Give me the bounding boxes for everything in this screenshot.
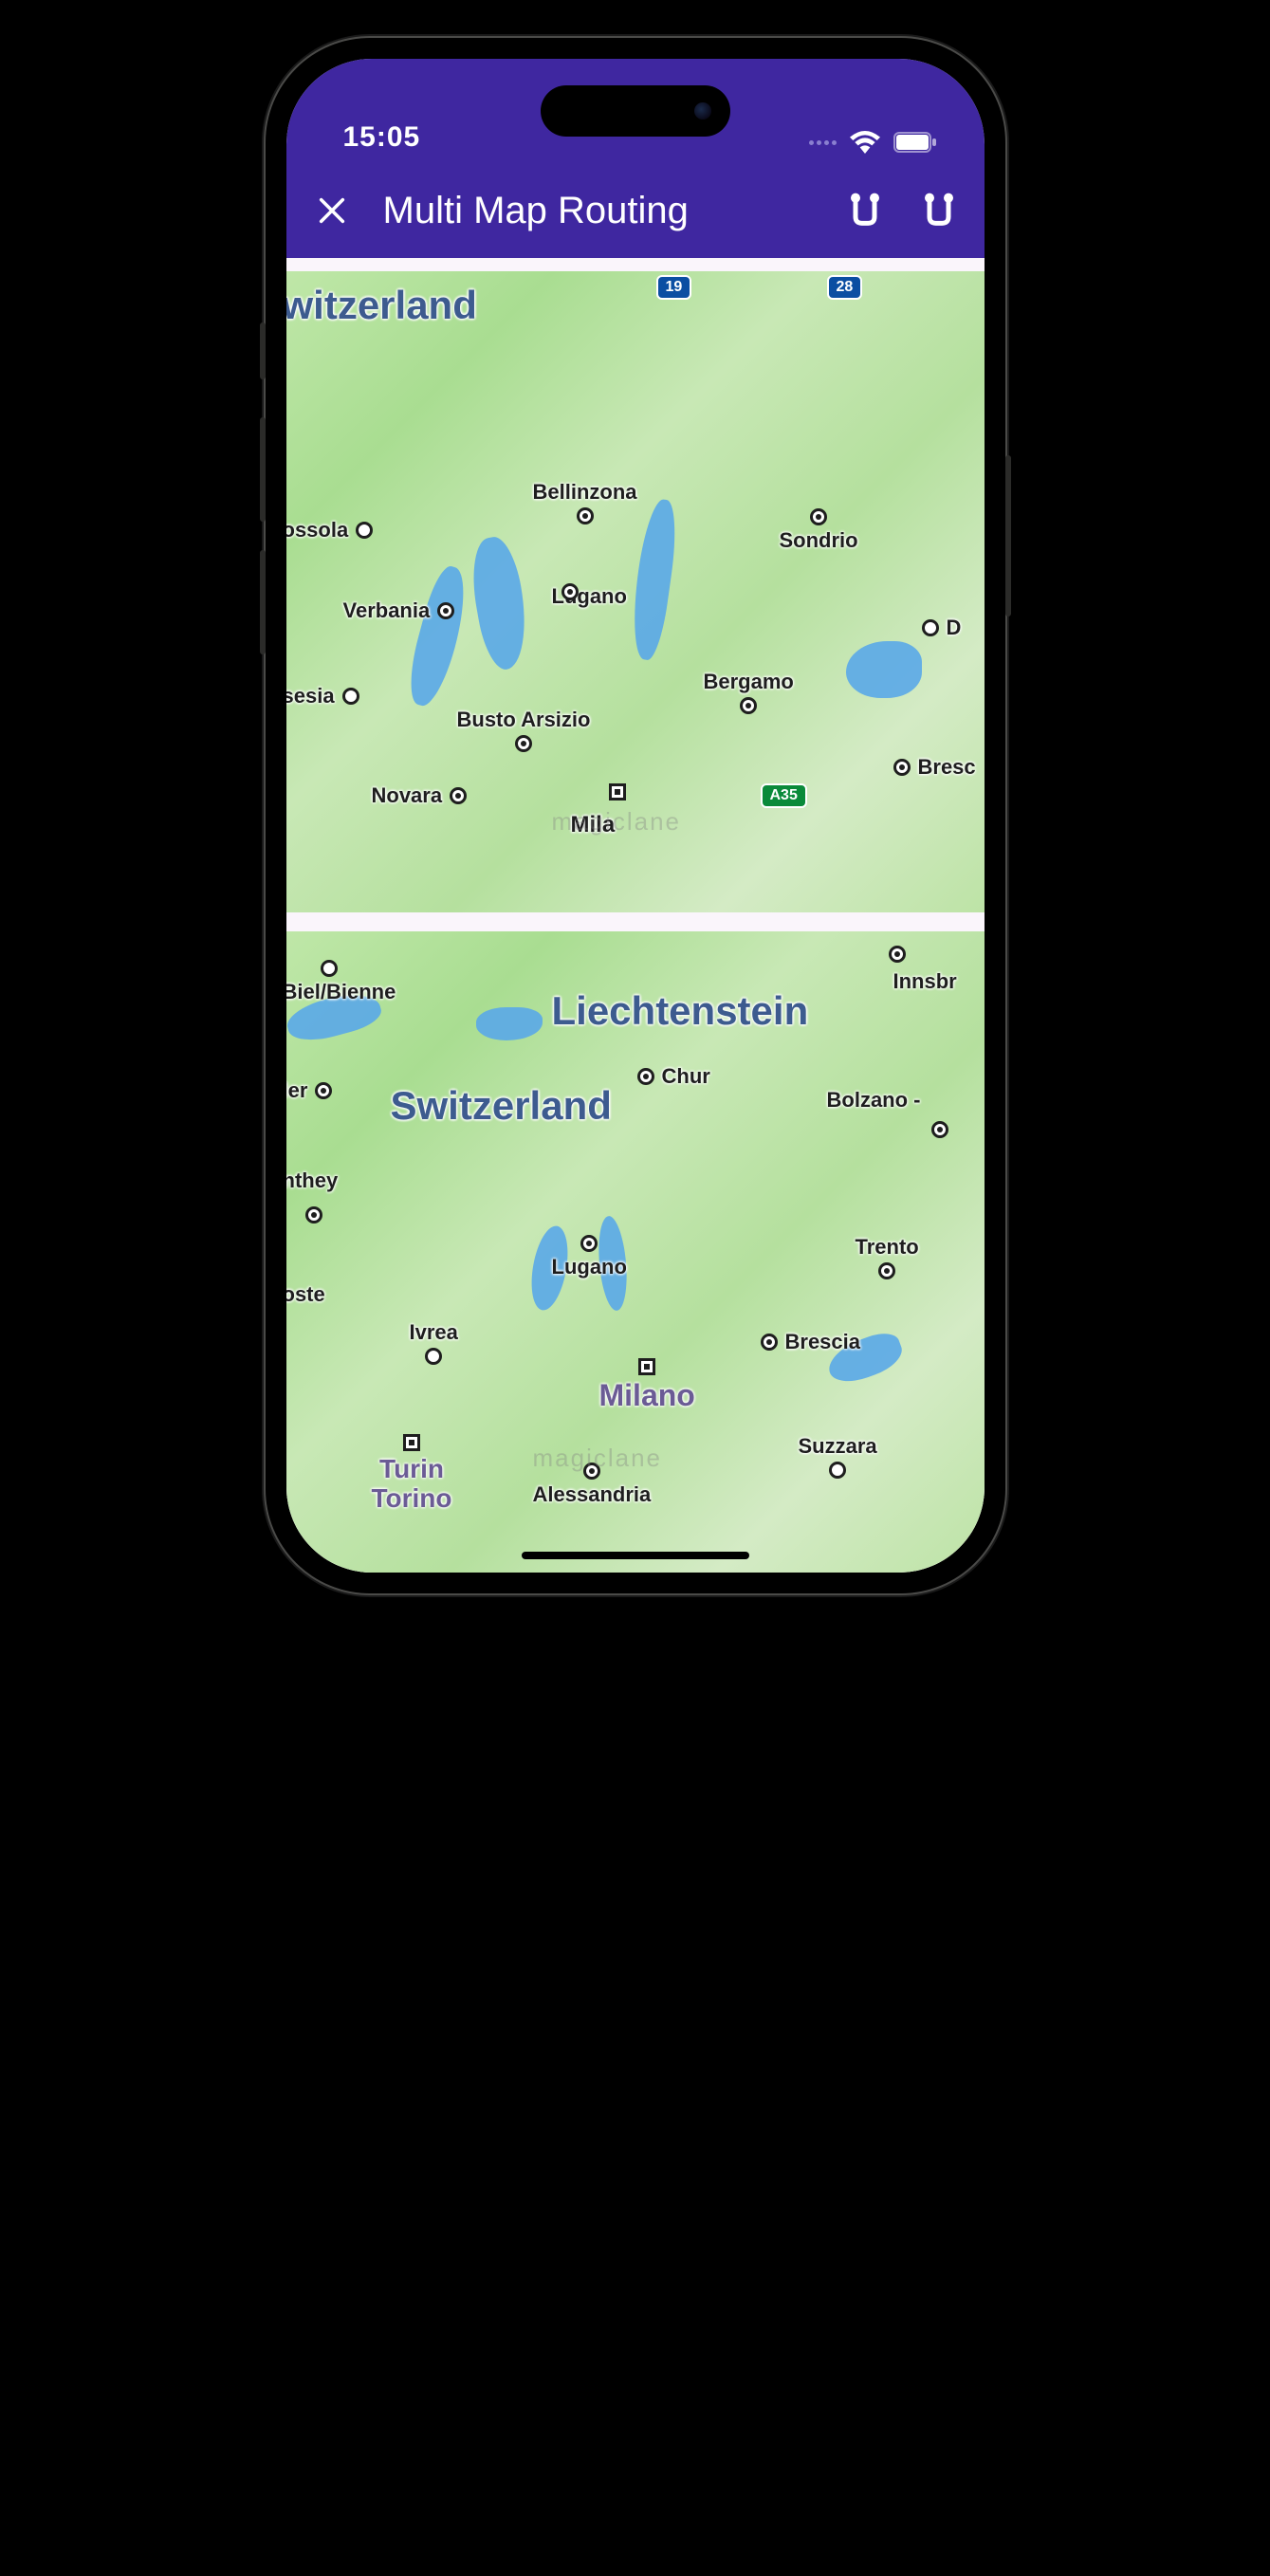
city-marker: Ivrea <box>410 1320 458 1365</box>
city-label: Innsbr <box>893 969 957 994</box>
city-marker: sesia <box>286 684 359 708</box>
road-shield: A35 <box>761 783 807 808</box>
city-marker: ler <box>286 1078 333 1103</box>
city-marker: Lugano <box>514 584 627 600</box>
city-marker: Suzzara <box>799 1434 877 1479</box>
route-button-2[interactable] <box>916 188 962 233</box>
city-label: oste <box>286 1282 325 1307</box>
city-marker: Milano <box>599 1358 695 1413</box>
map-watermark: magiclane <box>552 807 682 837</box>
battery-icon <box>893 132 937 153</box>
front-camera <box>694 102 711 120</box>
volume-up-button <box>260 417 266 522</box>
country-label: witzerland <box>286 283 477 328</box>
city-marker: Trento <box>856 1235 919 1279</box>
city-marker: Busto Arsizio <box>457 708 591 752</box>
power-button <box>1005 455 1011 616</box>
road-shield: 19 <box>656 275 692 300</box>
city-label: Brescia <box>785 1330 861 1354</box>
city-marker: Novara <box>372 783 468 808</box>
city-marker: Bellinzona <box>533 480 637 524</box>
close-icon <box>316 194 348 227</box>
city-label: Torino <box>372 1483 452 1514</box>
status-time: 15:05 <box>343 121 421 154</box>
lake-shape <box>465 534 535 673</box>
side-button <box>260 322 266 379</box>
city-marker: Biel/Bienne <box>286 960 396 1004</box>
lake-shape <box>476 1007 543 1040</box>
city-marker: Bresc <box>893 755 976 780</box>
wifi-icon <box>850 131 880 154</box>
app-bar: Multi Map Routing <box>286 163 985 258</box>
recording-indicator-icon <box>809 140 837 145</box>
lake-shape <box>401 562 474 709</box>
route-icon <box>846 192 884 230</box>
city-label: Bresc <box>918 755 976 780</box>
city-marker <box>931 1121 948 1138</box>
phone-screen: 15:05 <box>286 59 985 1573</box>
city-marker <box>305 1206 322 1224</box>
city-label: Lugano <box>552 1255 627 1279</box>
app-title: Multi Map Routing <box>383 190 814 232</box>
city-marker: Bolzano - <box>827 1088 921 1113</box>
city-label: Milano <box>599 1378 695 1413</box>
dynamic-island <box>541 85 730 137</box>
map-panel-top[interactable]: witzerland 19 28 A35 Bellinzona ossola S… <box>286 271 985 912</box>
city-label: Ivrea <box>410 1320 458 1345</box>
volume-down-button <box>260 550 266 654</box>
city-label: D <box>947 617 962 638</box>
country-label: Switzerland <box>391 1083 612 1129</box>
city-label: Alessandria <box>533 1482 652 1507</box>
city-label: Trento <box>856 1235 919 1260</box>
route-button-1[interactable] <box>842 188 888 233</box>
city-label: Biel/Bienne <box>286 980 396 1004</box>
city-label: sesia <box>286 684 335 708</box>
city-marker: Brescia <box>761 1330 861 1354</box>
city-marker: Innsbr <box>893 969 957 994</box>
city-label: Suzzara <box>799 1434 877 1459</box>
city-label: ossola <box>286 518 349 543</box>
city-marker: ossola <box>286 518 374 543</box>
map-watermark: magiclane <box>533 1444 663 1473</box>
route-icon <box>920 192 958 230</box>
city-label: Sondrio <box>780 528 858 553</box>
city-label: Turin <box>379 1454 444 1484</box>
city-marker: Lugano <box>552 1235 627 1279</box>
city-marker: Chur <box>637 1064 710 1089</box>
road-shield: 28 <box>827 275 863 300</box>
country-label: Liechtenstein <box>552 988 809 1034</box>
city-label: Bergamo <box>704 670 794 694</box>
city-marker: D <box>922 617 962 638</box>
maps-container: witzerland 19 28 A35 Bellinzona ossola S… <box>286 258 985 1573</box>
city-marker: Bergamo <box>704 670 794 714</box>
lake-shape <box>846 641 922 698</box>
city-label: Verbania <box>343 598 431 623</box>
map-panel-bottom[interactable]: Liechtenstein Switzerland Biel/Bienne In… <box>286 931 985 1573</box>
home-indicator[interactable] <box>522 1552 749 1559</box>
city-marker: Verbania <box>343 598 455 623</box>
city-marker <box>609 783 626 800</box>
city-marker: oste <box>286 1282 325 1307</box>
city-label: Bellinzona <box>533 480 637 505</box>
city-label: Novara <box>372 783 443 808</box>
close-button[interactable] <box>309 188 355 233</box>
city-marker: nthey <box>286 1168 339 1193</box>
city-marker: Turin Torino <box>372 1434 452 1514</box>
phone-frame: 15:05 <box>266 38 1005 1593</box>
city-label: Bolzano - <box>827 1088 921 1113</box>
city-label: Chur <box>662 1064 710 1089</box>
city-label: nthey <box>286 1168 339 1193</box>
city-label: ler <box>286 1078 308 1103</box>
city-label: Busto Arsizio <box>457 708 591 732</box>
city-marker: Sondrio <box>780 508 858 553</box>
status-icons <box>809 131 937 154</box>
